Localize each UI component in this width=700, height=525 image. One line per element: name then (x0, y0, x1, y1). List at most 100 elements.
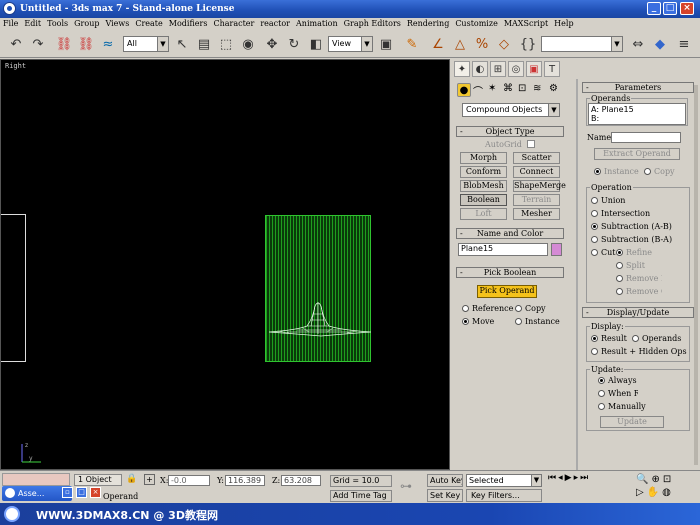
menu-tools[interactable]: Tools (44, 18, 71, 28)
reference-radio[interactable]: Reference (462, 304, 513, 313)
autogrid-checkbox[interactable] (527, 140, 535, 148)
split-radio[interactable]: Split (616, 261, 656, 270)
conform-button[interactable]: Conform (460, 166, 507, 178)
key-mode-dropdown[interactable]: Selected ▼ (466, 474, 542, 487)
pivot-center-icon[interactable]: ▣ (376, 35, 396, 55)
play-icon[interactable]: ▶ (565, 473, 574, 483)
taskbar-maximize-icon[interactable]: □ (76, 487, 87, 498)
modify-tab-icon[interactable]: ◐ (472, 61, 488, 77)
select-and-scale-icon[interactable]: ◧ (306, 35, 326, 55)
menu-reactor[interactable]: reactor (257, 18, 293, 28)
boolean-button[interactable]: Boolean (460, 194, 507, 206)
update-button[interactable]: Update (600, 416, 664, 428)
update-manually-radio[interactable]: Manually (598, 402, 646, 411)
bind-space-warp-icon[interactable]: ≈ (98, 35, 118, 55)
viewport-right[interactable]: Right y z (0, 59, 450, 470)
set-key-button[interactable]: Set Key (427, 489, 463, 502)
display-result-hidden-radio[interactable]: Result + Hidden Ops (591, 347, 687, 356)
key-icon[interactable]: ⊶ (400, 479, 412, 493)
named-selection-icon[interactable]: {} (518, 35, 538, 55)
menu-rendering[interactable]: Rendering (404, 18, 452, 28)
menu-animation[interactable]: Animation (293, 18, 341, 28)
menu-group[interactable]: Group (71, 18, 102, 28)
mirror-icon[interactable]: ⇔ (628, 35, 648, 55)
space-warps-icon[interactable]: ≋ (533, 83, 541, 94)
menu-views[interactable]: Views (102, 18, 132, 28)
select-and-link-icon[interactable]: ⛓ (54, 35, 74, 55)
cameras-icon[interactable]: ⌘ (503, 83, 513, 94)
snap-toggle-icon[interactable]: ∠ (428, 35, 448, 55)
subtraction-a-b-radio[interactable]: Subtraction (A-B) (591, 222, 687, 231)
name-and-color-rollout-header[interactable]: - Name and Color (456, 228, 564, 239)
extract-copy-radio[interactable]: Copy (644, 167, 675, 176)
auto-key-button[interactable]: Auto Key (427, 474, 463, 487)
zoom-icon[interactable]: 🔍 (636, 474, 651, 485)
viewport-label[interactable]: Right (5, 62, 26, 70)
shapemerge-button[interactable]: ShapeMerge (513, 180, 566, 192)
update-when-rendering-radio[interactable]: When Rendering (598, 389, 638, 398)
z-coordinate-input[interactable]: 63.208 (281, 475, 321, 486)
redo-icon[interactable]: ↷ (28, 35, 48, 55)
layer-manager-icon[interactable]: ≡ (674, 35, 694, 55)
display-update-rollout-header[interactable]: - Display/Update (582, 307, 694, 318)
select-and-manipulate-icon[interactable]: ✎ (402, 35, 422, 55)
object-name-input[interactable]: Plane15 (458, 243, 548, 256)
remove-outside-radio[interactable]: Remove Outside (616, 287, 662, 296)
menu-create[interactable]: Create (132, 18, 165, 28)
loft-button[interactable]: Loft (460, 208, 507, 220)
lock-selection-icon[interactable]: 🔒 (126, 474, 137, 484)
select-and-rotate-icon[interactable]: ↻ (284, 35, 304, 55)
geometry-icon[interactable]: ● (457, 83, 471, 97)
align-icon[interactable]: ◆ (650, 35, 670, 55)
menu-customize[interactable]: Customize (452, 18, 501, 28)
x-coordinate-input[interactable]: -0.0 (168, 475, 210, 486)
selection-filter-dropdown[interactable]: All ▼ (123, 36, 169, 52)
panel-scrollbar[interactable] (694, 85, 698, 465)
menu-file[interactable]: File (0, 18, 21, 28)
arc-rotate-icon[interactable]: ◍ (662, 487, 674, 498)
menu-character[interactable]: Character (210, 18, 257, 28)
hierarchy-tab-icon[interactable]: ⊞ (490, 61, 506, 77)
go-to-end-icon[interactable]: ⏭ (580, 473, 590, 483)
display-operands-radio[interactable]: Operands (632, 334, 688, 343)
extract-operand-button[interactable]: Extract Operand (594, 148, 680, 160)
display-tab-icon[interactable]: ▣ (526, 61, 542, 77)
menu-modifiers[interactable]: Modifiers (166, 18, 211, 28)
select-object-icon[interactable]: ↖ (172, 35, 192, 55)
unlink-icon[interactable]: ⛓ (76, 35, 96, 55)
reference-coordinate-dropdown[interactable]: View ▼ (328, 36, 373, 52)
named-selection-dropdown[interactable]: ▼ (541, 36, 623, 52)
helpers-icon[interactable]: ⊡ (518, 83, 526, 94)
operand-item[interactable]: A: Plane15 (591, 105, 685, 114)
parameters-rollout-header[interactable]: - Parameters (582, 82, 694, 93)
pick-operand-button[interactable]: Pick Operand (477, 285, 537, 298)
subtraction-b-a-radio[interactable]: Subtraction (B-A) (591, 235, 687, 244)
undo-icon[interactable]: ↶ (6, 35, 26, 55)
systems-icon[interactable]: ⚙ (549, 83, 558, 94)
pick-boolean-rollout-header[interactable]: - Pick Boolean (456, 267, 564, 278)
zoom-all-icon[interactable]: ⊕ (651, 474, 662, 485)
zoom-extents-icon[interactable]: ⊡ (663, 474, 674, 485)
connect-button[interactable]: Connect (513, 166, 560, 178)
object-color-swatch[interactable] (551, 243, 562, 256)
select-by-name-icon[interactable]: ▤ (194, 35, 214, 55)
category-dropdown[interactable]: Compound Objects ▼ (462, 103, 560, 117)
remove-inside-radio[interactable]: Remove Inside (616, 274, 662, 283)
morph-button[interactable]: Morph (460, 152, 507, 164)
close-button[interactable]: × (680, 2, 694, 15)
y-coordinate-input[interactable]: 116.389 (225, 475, 265, 486)
key-filters-button[interactable]: Key Filters... (466, 489, 542, 502)
refine-radio[interactable]: Refine (616, 248, 682, 257)
absolute-mode-icon[interactable]: + (144, 474, 155, 485)
menu-graph-editors[interactable]: Graph Editors (341, 18, 404, 28)
update-always-radio[interactable]: Always (598, 376, 644, 385)
create-tab-icon[interactable]: ✦ (454, 61, 470, 77)
intersection-radio[interactable]: Intersection (591, 209, 661, 218)
window-crossing-icon[interactable]: ◉ (238, 35, 258, 55)
add-time-tag-button[interactable]: Add Time Tag (330, 490, 392, 502)
menu-help[interactable]: Help (551, 18, 576, 28)
copy-radio[interactable]: Copy (515, 304, 546, 313)
scatter-button[interactable]: Scatter (513, 152, 560, 164)
operands-list[interactable]: A: Plane15 B: (588, 103, 686, 125)
spinner-snap-icon[interactable]: ◇ (494, 35, 514, 55)
